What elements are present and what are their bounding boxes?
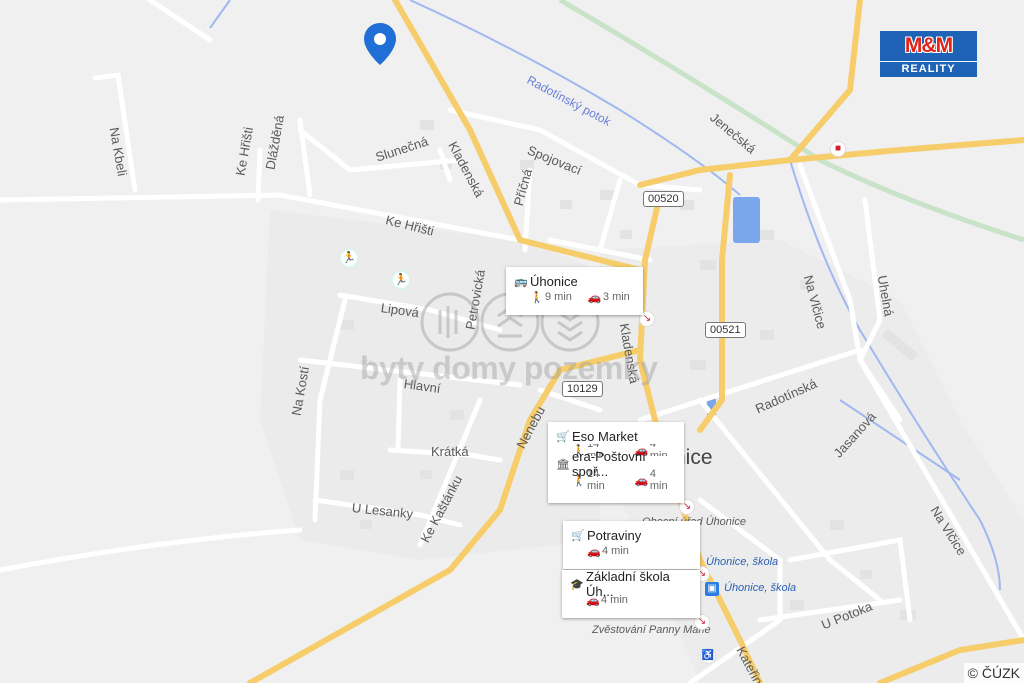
mm-reality-logo: M&M REALITY: [880, 31, 977, 77]
cart-icon: 🛒: [556, 430, 570, 443]
watermark-text: byty domy pozemky: [360, 350, 658, 386]
walk-icon: 🚶: [530, 291, 544, 304]
bus-stop-label: Úhonice, škola: [724, 582, 797, 594]
road-number-00520: 00520: [643, 191, 684, 207]
poi-drive-time: 4 min: [602, 545, 629, 557]
poi-title: Potraviny: [587, 527, 642, 543]
poi-card-zakladni-skola[interactable]: 🎓 Základní škola Úh... 🚗 4 min: [562, 569, 700, 618]
poi-label-church: Zvěstování Panny Marie: [592, 624, 711, 636]
car-icon: 🚗: [587, 545, 601, 558]
sport-icon[interactable]: 🏃: [340, 249, 358, 267]
logo-text-bottom: REALITY: [880, 61, 977, 76]
poi-walk-time: 14 min: [587, 468, 605, 492]
location-pin-icon[interactable]: [362, 21, 398, 67]
poi-title: Úhonice: [530, 273, 578, 289]
poi-title: Eso Market: [572, 428, 638, 444]
accessibility-icon: ♿: [700, 648, 716, 664]
road-number-00521: 00521: [705, 322, 746, 338]
bank-icon: 🏛: [556, 458, 570, 471]
poi-card-uhonice[interactable]: 🚌 Úhonice 🚶 9 min 🚗 3 min: [506, 267, 643, 315]
bus-stop-icon[interactable]: ▣: [705, 582, 719, 596]
poi-card-group-eso-era[interactable]: 🛒 Eso Market 🚶 14 min 🚗 4 min 🏛 era-Pošt…: [548, 422, 684, 503]
map-canvas[interactable]: Na Kbeli Slunečná Kladenská Spojovací Ke…: [0, 0, 1024, 683]
map-copyright: © ČÚZK: [963, 663, 1024, 683]
bus-icon: 🚌: [514, 275, 528, 288]
poi-drive-time: 3 min: [602, 291, 630, 303]
poi-drive-time: 4 min: [649, 468, 668, 492]
poi-walk-time: 9 min: [545, 291, 572, 303]
walk-icon: 🚶: [572, 474, 586, 487]
cart-icon: 🛒: [571, 529, 585, 542]
school-icon: 🎓: [570, 578, 584, 591]
poi-drive-time: 4 min: [601, 594, 628, 606]
car-icon: 🚗: [634, 474, 649, 487]
bus-stop-label: Úhonice, škola: [706, 556, 779, 568]
car-icon: 🚗: [587, 291, 602, 304]
poi-card-potraviny[interactable]: 🛒 Potraviny 🚗 4 min: [563, 521, 700, 569]
logo-text-top: M&M: [904, 34, 953, 57]
station-icon: ■: [830, 141, 846, 157]
car-icon: 🚗: [586, 594, 600, 607]
street-label-kratka: Krátká: [431, 444, 469, 459]
sport-icon[interactable]: 🏃: [392, 271, 410, 289]
